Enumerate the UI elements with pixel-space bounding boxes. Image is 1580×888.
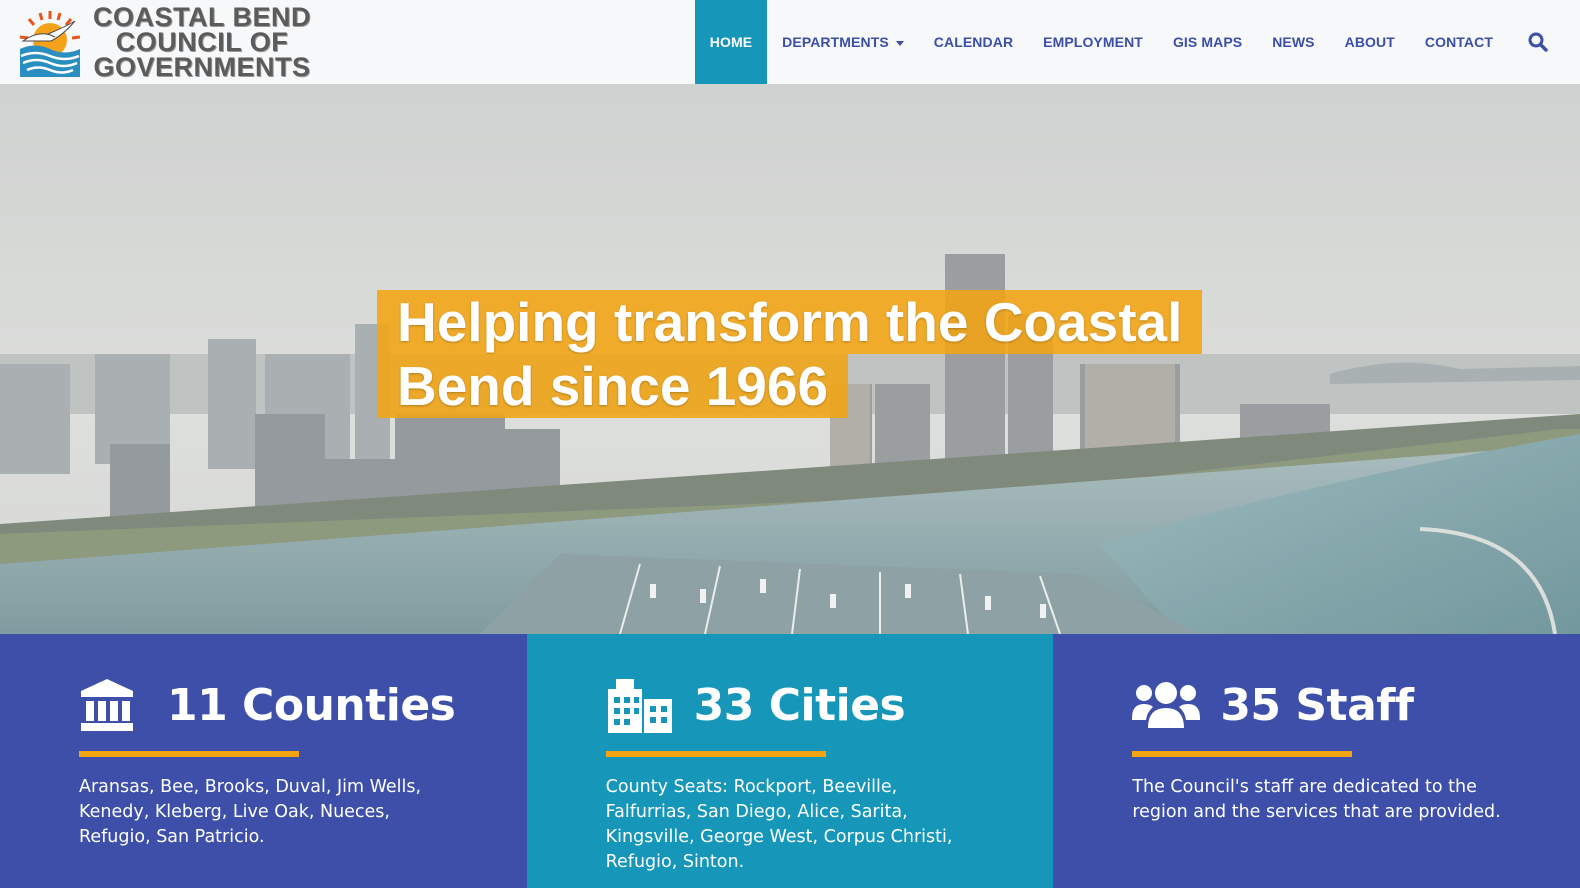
nav-item-gis-maps[interactable]: GIS MAPS (1158, 0, 1257, 84)
stat-description-staff: The Council's staff are dedicated to the… (1132, 777, 1501, 822)
users-icon (1132, 676, 1202, 734)
logo-line-1: COASTAL BEND (93, 1, 312, 32)
nav-item-about[interactable]: ABOUT (1330, 0, 1410, 84)
search-button[interactable] (1508, 0, 1568, 84)
logo-wordmark: COASTAL BEND COUNCIL OF GOVERNMENTS (93, 1, 312, 82)
hero-headline-line-2: Bend since 1966 (377, 354, 849, 418)
nav-item-home[interactable]: HOME (694, 0, 768, 84)
hero-banner: Helping transform the Coastal Bend since… (0, 84, 1580, 634)
logo-line-3: GOVERNMENTS (93, 51, 311, 82)
main-navigation: HOME DEPARTMENTS CALENDAR EMPLOYMENT GIS… (694, 0, 1580, 84)
stats-section: 11 Counties Aransas, Bee, Brooks, Duval,… (0, 634, 1580, 888)
nav-item-employment[interactable]: EMPLOYMENT (1028, 0, 1158, 84)
landmark-icon (79, 676, 149, 734)
logo-emblem-icon (19, 11, 81, 77)
stat-title-staff: 35 Staff (1220, 679, 1414, 731)
stat-description-counties: Aransas, Bee, Brooks, Duval, Jim Wells, … (79, 777, 422, 847)
hero-headline-line-1: Helping transform the Coastal (377, 290, 1203, 354)
stat-title-cities: 33 Cities (693, 679, 906, 731)
nav-item-departments-label: DEPARTMENTS (782, 34, 889, 50)
stat-title-counties: 11 Counties (167, 679, 456, 731)
nav-item-calendar[interactable]: CALENDAR (919, 0, 1028, 84)
city-icon (606, 676, 676, 734)
site-logo[interactable]: COASTAL BEND COUNCIL OF GOVERNMENTS (15, 1, 325, 82)
site-header: COASTAL BEND COUNCIL OF GOVERNMENTS HOME… (0, 0, 1580, 84)
stat-panel-staff: 35 Staff The Council's staff are dedicat… (1053, 634, 1580, 888)
logo-line-2: COUNCIL OF (115, 26, 289, 57)
nav-item-departments[interactable]: DEPARTMENTS (767, 0, 919, 84)
nav-item-contact[interactable]: CONTACT (1410, 0, 1508, 84)
accent-divider (1132, 751, 1353, 757)
search-icon (1528, 32, 1548, 52)
caret-down-icon (895, 40, 904, 46)
stat-description-cities: County Seats: Rockport, Beeville, Falfur… (605, 777, 953, 872)
accent-divider (79, 751, 299, 757)
nav-item-news[interactable]: NEWS (1257, 0, 1329, 84)
accent-divider (605, 751, 826, 757)
stat-panel-counties: 11 Counties Aransas, Bee, Brooks, Duval,… (0, 634, 527, 888)
stat-panel-cities: 33 Cities County Seats: Rockport, Beevil… (526, 634, 1054, 888)
hero-headline: Helping transform the Coastal Bend since… (377, 290, 1203, 418)
